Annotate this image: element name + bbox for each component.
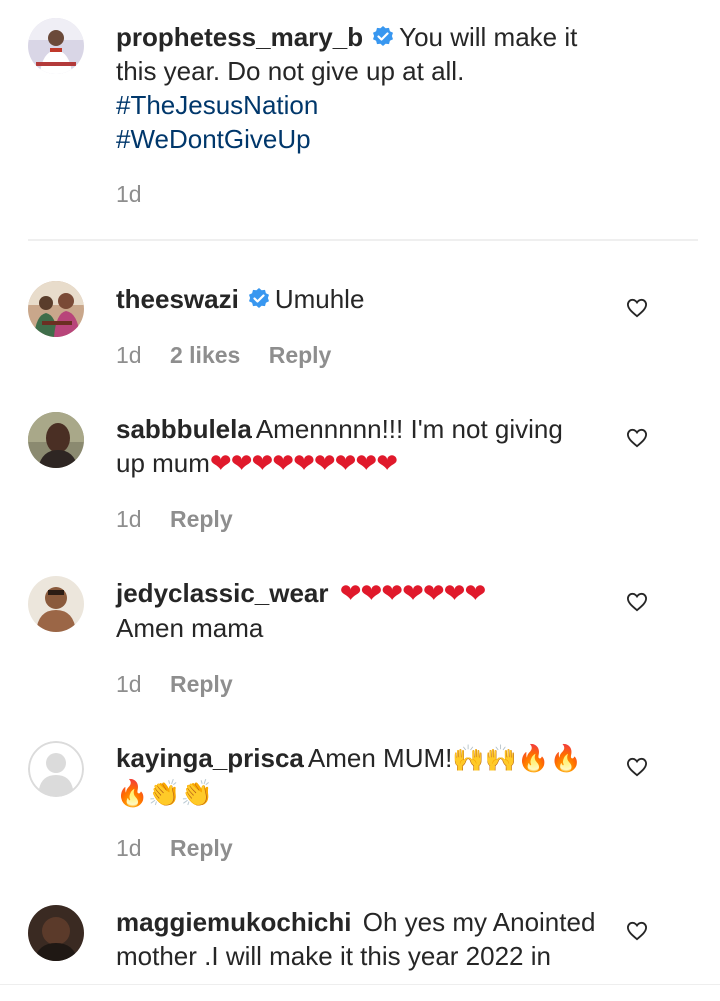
reply-button[interactable]: Reply — [170, 504, 233, 534]
heart-outline-icon[interactable] — [626, 757, 648, 777]
heart-emoji: ❤❤❤❤❤❤❤ — [339, 579, 486, 609]
caption-time: 1d — [116, 181, 142, 207]
comments-screen: prophetess_mary_b You will make it this y… — [0, 0, 720, 1001]
comment-username[interactable]: maggiemukochichi — [116, 907, 352, 937]
caption-body: prophetess_mary_b You will make it this y… — [116, 20, 596, 156]
avatar[interactable] — [28, 18, 84, 74]
likes-count[interactable]: 2 likes — [170, 340, 240, 370]
avatar[interactable] — [28, 281, 84, 337]
comment-time: 1d — [116, 342, 142, 368]
avatar[interactable] — [28, 576, 84, 632]
comment-text: Amen MUM! — [307, 743, 453, 773]
fire-emoji: 🔥 — [116, 779, 149, 809]
hashtag-link[interactable]: #TheJesusNation — [116, 88, 596, 122]
hashtag-link[interactable]: #WeDontGiveUp — [116, 122, 596, 156]
heart-outline-icon[interactable] — [626, 921, 648, 941]
comment-body: jedyclassic_wear ❤❤❤❤❤❤❤ Amen mama — [116, 576, 596, 645]
comment-time: 1d — [116, 671, 142, 697]
comment-meta: 1d 2 likes Reply — [116, 340, 353, 370]
verified-badge-icon — [371, 23, 395, 47]
comment-meta: 1d Reply — [116, 504, 255, 534]
heart-outline-icon[interactable] — [626, 298, 648, 318]
comment-text: Amen mama — [116, 613, 264, 643]
comment-time: 1d — [116, 835, 142, 861]
bottom-navigation-bar — [0, 984, 720, 1001]
comment-meta: 1d Reply — [116, 833, 255, 863]
comment-username[interactable]: jedyclassic_wear — [116, 578, 329, 608]
comment-username[interactable]: kayinga_prisca — [116, 743, 304, 773]
clapping-emoji: 👏👏 — [148, 779, 214, 809]
heart-emoji: ❤❤❤❤❤❤❤❤❤ — [209, 449, 398, 479]
heart-outline-icon[interactable] — [626, 428, 648, 448]
comment-text: Umuhle — [274, 284, 365, 314]
caption-username[interactable]: prophetess_mary_b — [116, 22, 363, 52]
caption-divider — [28, 239, 698, 241]
caption-meta: 1d — [116, 179, 164, 209]
comment-time: 1d — [116, 506, 142, 532]
reply-button[interactable]: Reply — [170, 669, 233, 699]
comment-body: maggiemukochichi Oh yes my Anointed moth… — [116, 905, 596, 973]
fire-emoji: 🔥🔥 — [517, 744, 582, 774]
verified-badge-icon — [247, 285, 271, 309]
comment-username[interactable]: theeswazi — [116, 284, 239, 314]
comment-body: kayinga_prisca Amen MUM!🙌🙌🔥🔥 🔥👏👏 — [116, 741, 596, 811]
reply-button[interactable]: Reply — [170, 833, 233, 863]
raised-hands-emoji: 🙌🙌 — [452, 744, 518, 774]
comment-body: theeswazi Umuhle — [116, 282, 596, 316]
comment-meta: 1d Reply — [116, 669, 255, 699]
avatar[interactable] — [28, 905, 84, 961]
avatar[interactable] — [28, 412, 84, 468]
comment-body: sabbbulela Amennnnn!!! I'm not giving up … — [116, 412, 596, 481]
heart-outline-icon[interactable] — [626, 592, 648, 612]
reply-button[interactable]: Reply — [269, 340, 332, 370]
default-avatar-icon[interactable] — [28, 741, 84, 797]
comment-username[interactable]: sabbbulela — [116, 414, 252, 444]
